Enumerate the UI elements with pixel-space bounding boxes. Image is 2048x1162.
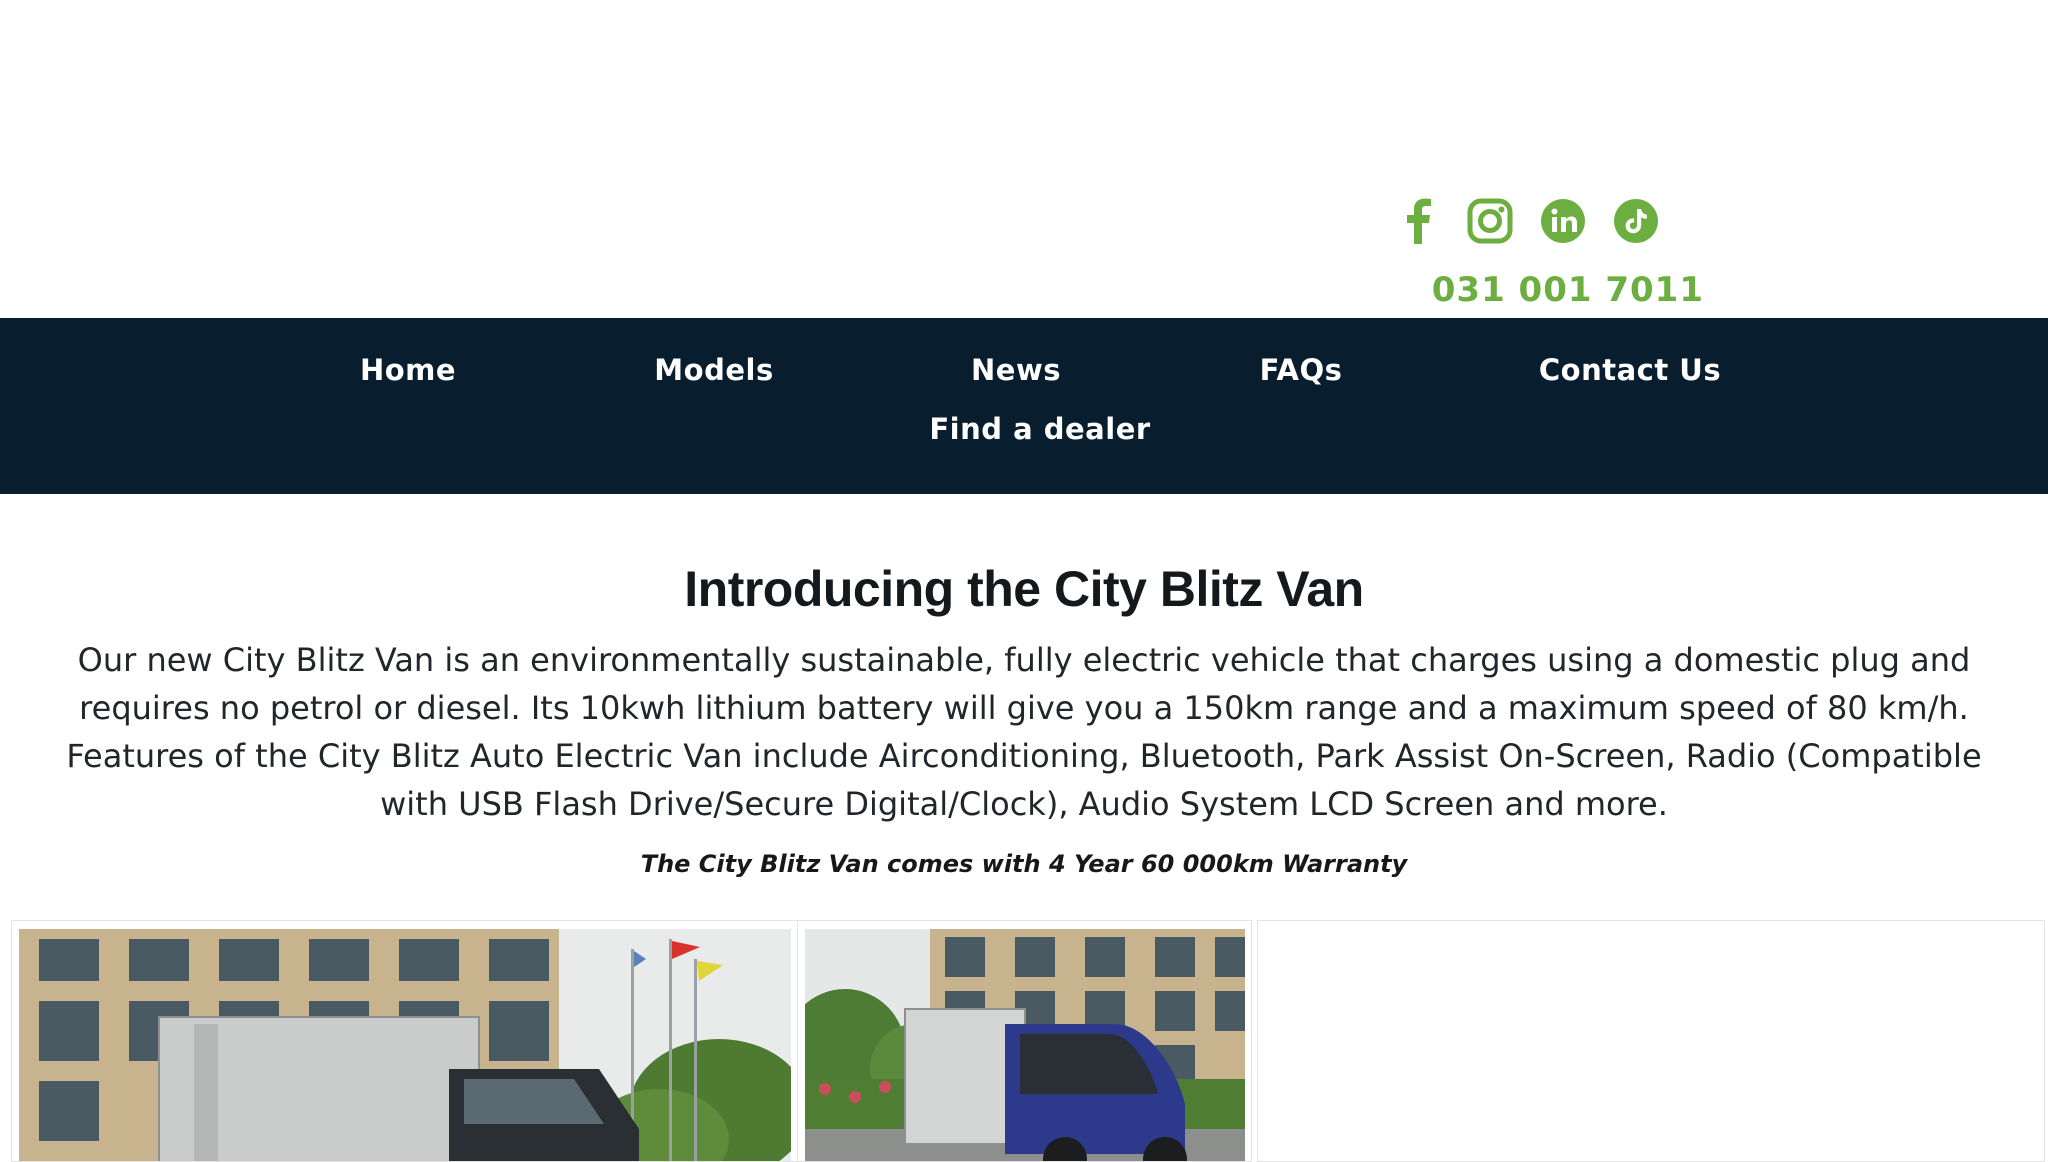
intro-paragraph: Our new City Blitz Van is an environment… [66,641,1982,823]
nav-item-news[interactable]: News [971,353,1061,387]
main-navigation: Home Models News FAQs Contact Us Find a … [0,318,2048,494]
facebook-link[interactable] [1392,195,1444,247]
instagram-icon [1467,198,1513,244]
linkedin-icon [1540,198,1586,244]
phone-number[interactable]: 031 001 7011 [1380,270,1704,310]
facebook-icon [1403,198,1433,244]
page-title: Introducing the City Blitz Van [684,561,1364,617]
van-photo-front [805,929,1245,1161]
gallery-item[interactable] [797,920,1252,1162]
linkedin-link[interactable] [1537,195,1589,247]
nav-item-contact-us[interactable]: Contact Us [1539,353,1721,387]
gallery-item-empty [1257,920,2045,1162]
nav-item-faqs[interactable]: FAQs [1260,353,1343,387]
site-header: 031 001 7011 [0,0,2048,318]
gallery-item[interactable] [11,920,799,1162]
warranty-note: The City Blitz Van comes with 4 Year 60 … [640,850,1408,878]
nav-item-models[interactable]: Models [654,353,773,387]
nav-item-find-a-dealer[interactable]: Find a dealer [929,412,1150,446]
tiktok-link[interactable] [1610,195,1662,247]
nav-item-home[interactable]: Home [360,353,456,387]
tiktok-icon [1613,198,1659,244]
instagram-link[interactable] [1464,195,1516,247]
van-photo-side [19,929,791,1161]
